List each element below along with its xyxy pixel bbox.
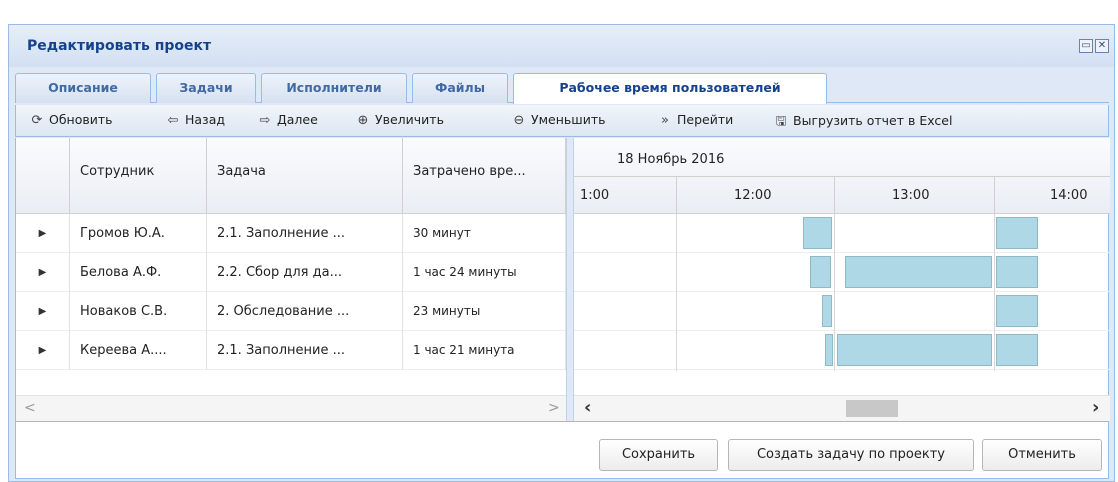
double-chevron-right-icon: » xyxy=(661,113,669,128)
tab-user-work-time[interactable]: Рабочее время пользователей xyxy=(513,73,827,104)
hour-divider xyxy=(834,177,835,213)
expand-row-icon[interactable]: ▶ xyxy=(16,253,70,292)
zoom-out-button[interactable]: ⊖ Уменьшить xyxy=(510,112,606,132)
back-button[interactable]: ⇦ Назад xyxy=(164,112,225,132)
cell-employee: Новаков С.В. xyxy=(70,292,207,331)
timeline-header: 18 Ноябрь 2016 1:00 12:00 13:00 14:00 xyxy=(574,138,1110,214)
column-header-employee[interactable]: Сотрудник xyxy=(70,138,207,214)
toolbar: ⟳ Обновить ⇦ Назад ⇨ Далее ⊕ Увеличить ⊖ Умен… xyxy=(15,105,1109,137)
cell-time-spent: 30 минут xyxy=(403,214,566,253)
zoom-out-label: Уменьшить xyxy=(531,112,606,127)
time-bar[interactable] xyxy=(996,256,1038,288)
table-row[interactable]: ▶ Громов Ю.А. 2.1. Заполнение ... 30 мин… xyxy=(16,214,566,253)
scroll-right-icon[interactable]: › xyxy=(1092,397,1099,418)
close-icon[interactable]: ✕ xyxy=(1095,39,1109,53)
cell-employee: Громов Ю.А. xyxy=(70,214,207,253)
zoom-in-icon: ⊕ xyxy=(357,113,369,128)
time-bar[interactable] xyxy=(996,217,1038,249)
refresh-icon: ⟳ xyxy=(31,113,43,128)
cell-time-spent: 1 час 24 минуты xyxy=(403,253,566,292)
expand-row-icon[interactable]: ▶ xyxy=(16,292,70,331)
forward-label: Далее xyxy=(277,112,318,127)
goto-label: Перейти xyxy=(677,112,734,127)
cell-task: 2.2. Сбор для да... xyxy=(207,253,403,292)
gantt-chart xyxy=(574,214,1110,371)
cancel-button[interactable]: Отменить xyxy=(982,439,1102,471)
hour-gridline xyxy=(834,214,835,371)
forward-button[interactable]: ⇨ Далее xyxy=(256,112,318,132)
timeline-date: 18 Ноябрь 2016 xyxy=(617,152,725,167)
create-task-button[interactable]: Создать задачу по проекту xyxy=(728,439,974,471)
hour-gridline xyxy=(994,214,995,371)
time-bar[interactable] xyxy=(803,217,832,249)
dialog-title: Редактировать проект xyxy=(27,38,212,54)
time-bar[interactable] xyxy=(996,295,1038,327)
timeline-horizontal-scrollbar[interactable]: ‹ › xyxy=(574,395,1110,421)
column-header-task[interactable]: Задача xyxy=(207,138,403,214)
time-bar[interactable] xyxy=(825,334,833,366)
time-bar[interactable] xyxy=(837,334,992,366)
export-excel-label: Выгрузить отчет в Excel xyxy=(793,113,953,128)
scroll-right-icon[interactable]: > xyxy=(548,400,560,416)
column-header-time-spent[interactable]: Затрачено вре... xyxy=(403,138,566,214)
work-time-grid: Сотрудник Задача Затрачено вре... ▶ Гром… xyxy=(15,138,1110,421)
expand-row-icon[interactable]: ▶ xyxy=(16,214,70,253)
dialog-titlebar[interactable]: Редактировать проект ▭ ✕ xyxy=(9,25,1114,67)
table-row[interactable]: ▶ Белова А.Ф. 2.2. Сбор для да... 1 час … xyxy=(16,253,566,292)
back-label: Назад xyxy=(185,112,226,127)
cell-employee: Кереева А.... xyxy=(70,331,207,370)
floppy-disk-icon: 🖫 xyxy=(775,114,787,129)
time-bar[interactable] xyxy=(996,334,1038,366)
panel-splitter[interactable] xyxy=(566,138,574,421)
dialog-footer: Сохранить Создать задачу по проекту Отме… xyxy=(15,421,1109,479)
hour-label: 13:00 xyxy=(892,188,930,203)
scroll-left-icon[interactable]: < xyxy=(24,400,36,416)
time-bar[interactable] xyxy=(845,256,992,288)
tab-executors[interactable]: Исполнители xyxy=(261,73,407,103)
row-divider xyxy=(574,291,1110,292)
tab-description[interactable]: Описание xyxy=(15,73,151,103)
expand-row-icon[interactable]: ▶ xyxy=(16,331,70,370)
row-divider xyxy=(574,252,1110,253)
cell-time-spent: 23 минуты xyxy=(403,292,566,331)
tab-files[interactable]: Файлы xyxy=(412,73,508,103)
expander-column-header xyxy=(16,138,70,214)
cell-task: 2.1. Заполнение ... xyxy=(207,331,403,370)
refresh-label: Обновить xyxy=(49,112,113,127)
export-excel-button[interactable]: 🖫 Выгрузить отчет в Excel xyxy=(772,112,952,132)
row-divider xyxy=(574,330,1110,331)
scroll-left-icon[interactable]: ‹ xyxy=(584,397,591,418)
table-row[interactable]: ▶ Новаков С.В. 2. Обследование ... 23 ми… xyxy=(16,292,566,331)
row-divider xyxy=(574,369,1110,370)
arrow-left-icon: ⇦ xyxy=(167,113,179,128)
grid-header: Сотрудник Задача Затрачено вре... xyxy=(16,138,566,214)
cell-employee: Белова А.Ф. xyxy=(70,253,207,292)
grid-horizontal-scrollbar[interactable]: < > xyxy=(16,395,566,421)
hour-label: 12:00 xyxy=(734,188,772,203)
hour-divider xyxy=(676,177,677,213)
refresh-button[interactable]: ⟳ Обновить xyxy=(28,112,113,132)
save-button[interactable]: Сохранить xyxy=(599,439,718,471)
table-row[interactable]: ▶ Кереева А.... 2.1. Заполнение ... 1 ча… xyxy=(16,331,566,370)
cell-time-spent: 1 час 21 минута xyxy=(403,331,566,370)
time-bar[interactable] xyxy=(810,256,831,288)
hour-gridline xyxy=(676,214,677,371)
zoom-in-label: Увеличить xyxy=(375,112,444,127)
restore-icon[interactable]: ▭ xyxy=(1079,39,1093,53)
goto-button[interactable]: » Перейти xyxy=(656,112,733,132)
tab-tasks[interactable]: Задачи xyxy=(156,73,256,103)
zoom-in-button[interactable]: ⊕ Увеличить xyxy=(354,112,444,132)
hour-label: 1:00 xyxy=(580,188,610,203)
zoom-out-icon: ⊖ xyxy=(513,113,525,128)
time-bar[interactable] xyxy=(822,295,832,327)
hour-label: 14:00 xyxy=(1050,188,1088,203)
scroll-thumb[interactable] xyxy=(846,400,898,417)
cell-task: 2. Обследование ... xyxy=(207,292,403,331)
timeline-hours: 1:00 12:00 13:00 14:00 xyxy=(574,176,1110,213)
cell-task: 2.1. Заполнение ... xyxy=(207,214,403,253)
edit-project-dialog: Редактировать проект ▭ ✕ Описание Задачи… xyxy=(8,24,1115,482)
arrow-right-icon: ⇨ xyxy=(259,113,271,128)
hour-divider xyxy=(994,177,995,213)
tab-bar: Описание Задачи Исполнители Файлы Рабоче… xyxy=(15,69,1109,104)
